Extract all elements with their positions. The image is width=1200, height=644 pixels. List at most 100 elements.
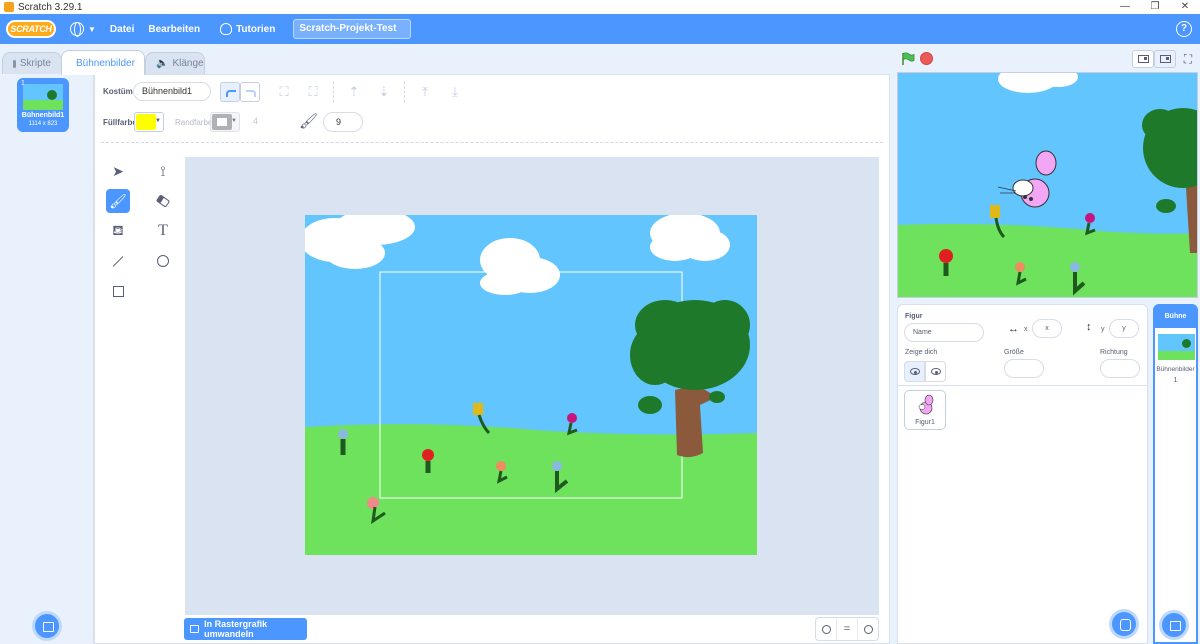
stage-render[interactable]	[898, 73, 1198, 298]
small-stage-button[interactable]	[1132, 50, 1154, 68]
backdrop-drawing[interactable]	[305, 215, 757, 555]
maximize-button[interactable]: ❐	[1140, 0, 1170, 14]
outline-color-picker[interactable]: ▼	[210, 112, 240, 132]
outline-width-input[interactable]: 4	[253, 116, 258, 126]
convert-to-bitmap-label: In Rastergrafik umwandeln	[204, 619, 268, 639]
zoom-out-button[interactable]	[816, 618, 836, 640]
tutorials-menu[interactable]: Tutorien	[220, 23, 275, 35]
caret-down-icon: ▼	[88, 24, 96, 34]
language-menu[interactable]: ▼	[70, 22, 96, 37]
speaker-icon: 🔈	[156, 58, 169, 69]
stop-icon[interactable]	[920, 52, 933, 65]
minimize-button[interactable]: —	[1110, 0, 1140, 14]
x-arrow-icon: ↔	[1008, 323, 1019, 335]
stage-thumbnail	[1158, 334, 1195, 360]
large-stage-icon	[1160, 55, 1171, 63]
stage-preview[interactable]	[897, 72, 1198, 298]
hide-sprite-button[interactable]	[925, 361, 946, 382]
front-icon[interactable]: ⤒	[418, 85, 432, 99]
rectangle-tool[interactable]	[106, 279, 130, 303]
window-title: Scratch 3.29.1	[18, 1, 83, 13]
edit-menu[interactable]: Bearbeiten	[148, 24, 200, 35]
group-icon[interactable]: ⛶	[277, 85, 291, 99]
forward-icon[interactable]: ⇡	[347, 85, 361, 99]
window-titlebar: Scratch 3.29.1 — ❐ ✕	[0, 0, 1200, 14]
zoom-reset-button[interactable]: =	[836, 618, 857, 640]
stage-selector[interactable]: Bühne Bühnenbilder 1	[1153, 304, 1198, 644]
fill-color-picker[interactable]: ▼	[134, 112, 164, 132]
backward-icon[interactable]: ⇣	[377, 85, 391, 99]
small-stage-icon	[1138, 55, 1149, 63]
brush-icon: 🖌	[109, 192, 127, 209]
menu-bar: SCRATCH ▼ Datei Bearbeiten Tutorien Scra…	[0, 14, 1200, 44]
scratch-logo[interactable]: SCRATCH	[6, 20, 56, 38]
sprite-label: Figur	[905, 313, 923, 320]
add-stage-backdrop-button[interactable]	[1159, 610, 1189, 640]
paint-canvas-area[interactable]	[185, 157, 879, 615]
costume-name-input[interactable]: Bühnenbild1	[133, 82, 211, 101]
size-input[interactable]	[1004, 359, 1044, 378]
brush-icon: 🖌	[299, 113, 319, 130]
text-tool[interactable]: T	[151, 219, 175, 243]
sprite-list: Figur1	[897, 386, 1148, 644]
brush-tool[interactable]: 🖌	[106, 189, 130, 213]
caret-down-icon: ▼	[155, 118, 161, 124]
zoom-controls: =	[815, 617, 879, 641]
outline-label: Randfarbe	[175, 118, 213, 127]
sprite-info-panel: Figur Name ↔ x x ↕ y y Zeige dich Größe …	[897, 304, 1148, 386]
file-menu[interactable]: Datei	[110, 24, 134, 35]
zoom-in-button[interactable]	[857, 618, 878, 640]
green-flag-icon[interactable]	[901, 52, 915, 66]
reshape-tool[interactable]: ⟟	[151, 159, 175, 183]
backdrops-label: Bühnenbilder	[1156, 366, 1195, 373]
convert-to-bitmap-button[interactable]: In Rastergrafik umwandeln	[184, 618, 307, 640]
sprite-name-input[interactable]: Name	[904, 323, 984, 342]
direction-input[interactable]	[1100, 359, 1140, 378]
y-arrow-icon: ↕	[1086, 321, 1092, 333]
select-tool[interactable]: ➤	[106, 159, 130, 183]
code-blocks-icon	[13, 59, 16, 68]
add-backdrop-button[interactable]	[32, 611, 62, 641]
tab-code[interactable]: Skripte	[2, 52, 62, 74]
brush-size-input[interactable]: 9	[323, 112, 363, 132]
paintbrush-icon	[68, 59, 76, 67]
show-sprite-button[interactable]	[904, 361, 925, 382]
add-sprite-button[interactable]	[1109, 609, 1139, 639]
show-label: Zeige dich	[905, 349, 938, 356]
text-icon: T	[158, 222, 168, 239]
rectangle-icon	[112, 285, 124, 297]
costume-list: 1 Bühnenbild1 1114 x 823	[0, 74, 94, 644]
large-stage-button[interactable]	[1154, 50, 1176, 68]
undo-button[interactable]	[220, 82, 240, 102]
image-icon	[190, 625, 200, 633]
ungroup-icon[interactable]: ⛶	[306, 85, 320, 99]
fullscreen-icon[interactable]: ⛶	[1180, 51, 1196, 67]
eye-icon	[910, 368, 920, 375]
y-label: y	[1101, 326, 1105, 333]
close-button[interactable]: ✕	[1170, 0, 1200, 14]
redo-button[interactable]	[240, 82, 260, 102]
sprite-item[interactable]: Figur1	[904, 390, 946, 430]
eye-slash-icon	[931, 368, 941, 375]
y-input[interactable]: y	[1109, 319, 1139, 338]
reshape-icon: ⟟	[160, 162, 166, 179]
costume-thumbnail	[23, 84, 63, 110]
lightbulb-icon	[220, 23, 233, 35]
help-icon[interactable]: ?	[1176, 21, 1192, 37]
circle-icon	[157, 255, 169, 267]
tab-sounds[interactable]: 🔈 Klänge	[145, 52, 205, 74]
tab-costumes[interactable]: Bühnenbilder	[61, 50, 145, 75]
fill-tool[interactable]: ⛾	[106, 219, 130, 243]
back-icon[interactable]: ⤓	[448, 85, 462, 99]
costume-item[interactable]: 1 Bühnenbild1 1114 x 823	[17, 78, 69, 132]
sprite-thumbnail	[918, 394, 934, 415]
eraser-tool[interactable]	[151, 189, 175, 213]
circle-tool[interactable]	[151, 249, 175, 273]
tab-code-label: Skripte	[19, 58, 51, 69]
x-input[interactable]: x	[1032, 319, 1062, 338]
direction-label: Richtung	[1100, 349, 1128, 356]
line-icon	[112, 255, 124, 267]
line-tool[interactable]	[106, 249, 130, 273]
project-title-input[interactable]: Scratch-Projekt-Test	[293, 19, 412, 39]
zoom-in-icon	[863, 624, 873, 634]
